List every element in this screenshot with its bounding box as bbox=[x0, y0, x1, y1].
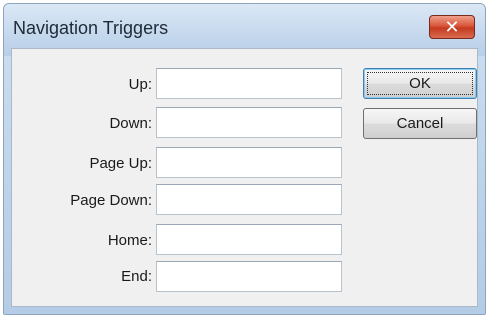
home-field[interactable] bbox=[156, 224, 342, 255]
end-label: End: bbox=[121, 268, 152, 285]
page-down-label: Page Down: bbox=[70, 192, 152, 209]
down-field[interactable] bbox=[156, 107, 342, 138]
end-field[interactable] bbox=[156, 261, 342, 292]
page-up-label: Page Up: bbox=[89, 155, 152, 172]
cancel-button[interactable]: Cancel bbox=[363, 108, 477, 139]
page-up-field[interactable] bbox=[156, 147, 342, 178]
dialog-body: Up: Down: Page Up: Page Down: Home: End:… bbox=[11, 48, 478, 307]
close-icon: ✕ bbox=[444, 17, 460, 37]
down-label: Down: bbox=[109, 115, 152, 132]
up-label: Up: bbox=[128, 76, 152, 93]
close-button[interactable]: ✕ bbox=[429, 15, 475, 39]
home-label: Home: bbox=[107, 232, 152, 249]
page-down-field[interactable] bbox=[156, 184, 342, 215]
ok-button[interactable]: OK bbox=[363, 68, 477, 99]
up-field[interactable] bbox=[156, 68, 342, 99]
dialog-window: Navigation Triggers ✕ Up: Down: Page Up:… bbox=[3, 3, 486, 315]
window-title: Navigation Triggers bbox=[13, 18, 169, 38]
